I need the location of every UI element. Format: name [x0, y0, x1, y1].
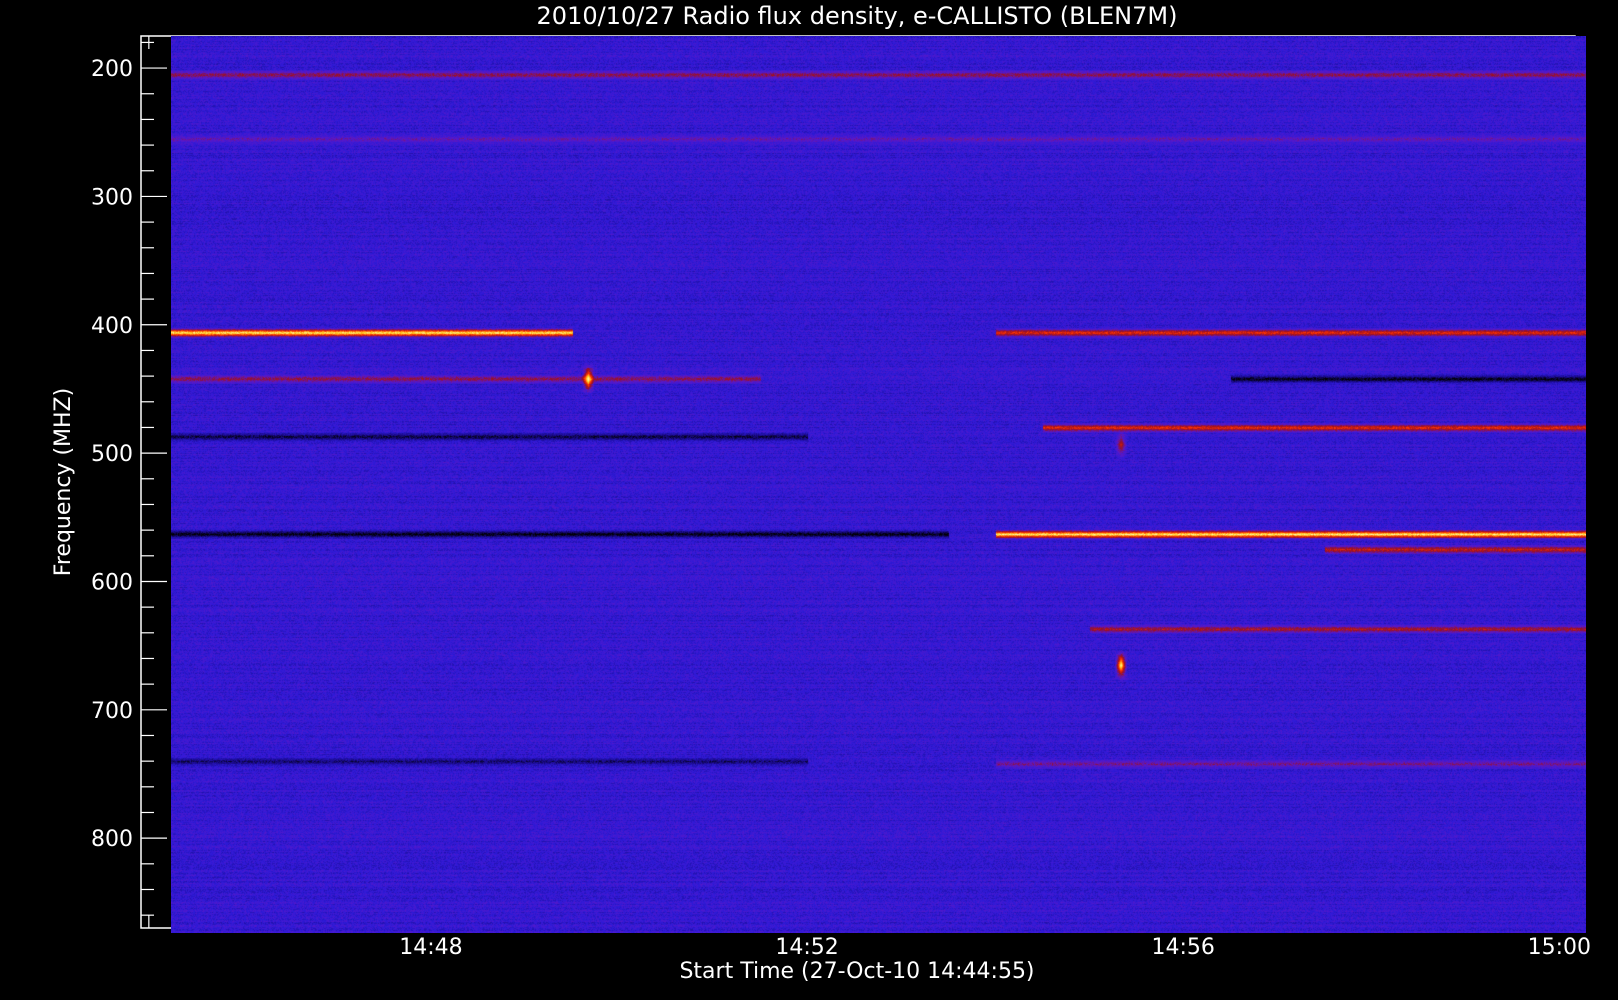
x-tick-label: 14:56: [1151, 935, 1214, 960]
y-tick-label: 500: [91, 442, 133, 467]
y-tick-label: 600: [91, 570, 133, 595]
x-tick-label: 14:48: [399, 935, 462, 960]
x-tick-label: 15:00: [1528, 935, 1591, 960]
chart-title: 2010/10/27 Radio flux density, e-CALLIST…: [537, 2, 1178, 30]
spectrogram-heatmap: [170, 36, 1586, 933]
y-axis-label: Frequency (MHZ): [51, 388, 76, 576]
x-axis-label: Start Time (27-Oct-10 14:44:55): [679, 959, 1034, 984]
y-tick-label: 200: [91, 57, 133, 82]
y-tick-label: 700: [91, 699, 133, 724]
y-tick-label: 800: [91, 827, 133, 852]
y-tick-label: 400: [91, 314, 133, 339]
x-tick-label: 14:52: [775, 935, 838, 960]
y-tick-label: 300: [91, 185, 133, 210]
chart-stage: 2010/10/27 Radio flux density, e-CALLIST…: [0, 0, 1618, 1000]
